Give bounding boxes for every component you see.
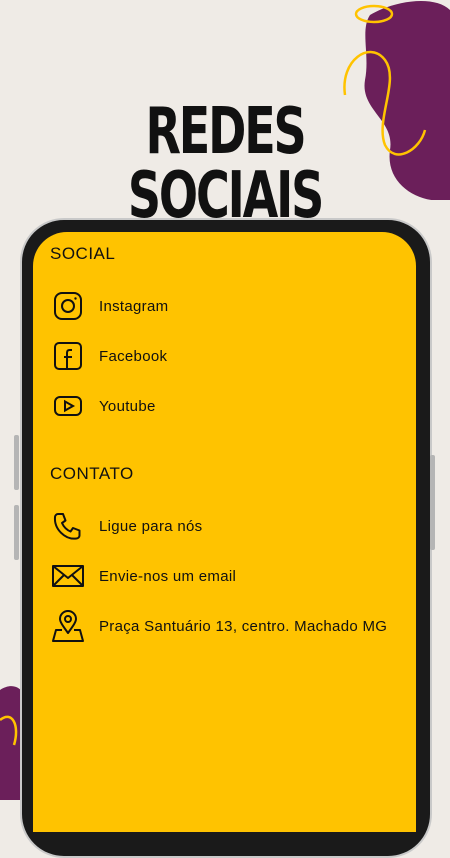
instagram-icon [50,288,86,324]
page-title: REDES SOCIAIS [127,95,324,233]
contact-item-label: Praça Santuário 13, centro. Machado MG [99,617,388,635]
map-pin-icon [50,608,86,644]
social-item-label: Instagram [99,297,169,315]
phone-volume-button [14,435,19,490]
social-item-label: Youtube [99,397,156,415]
contact-section-title: CONTATO [50,464,134,483]
contact-item-phone[interactable]: Ligue para nós [50,506,202,546]
facebook-icon [50,338,86,374]
youtube-icon [50,388,86,424]
social-item-facebook[interactable]: Facebook [50,336,167,376]
social-section-title: SOCIAL [50,244,116,263]
contact-item-email[interactable]: Envie-nos um email [50,556,236,596]
phone-icon [50,508,86,544]
social-item-instagram[interactable]: Instagram [50,286,168,326]
contact-item-label: Ligue para nós [99,517,203,535]
phone-power-button [430,455,435,550]
phone-volume-button [14,505,19,560]
social-item-label: Facebook [99,347,168,365]
contact-item-address[interactable]: Praça Santuário 13, centro. Machado MG [50,606,387,646]
contact-item-label: Envie-nos um email [99,567,237,585]
social-item-youtube[interactable]: Youtube [50,386,156,426]
mail-icon [50,558,86,594]
